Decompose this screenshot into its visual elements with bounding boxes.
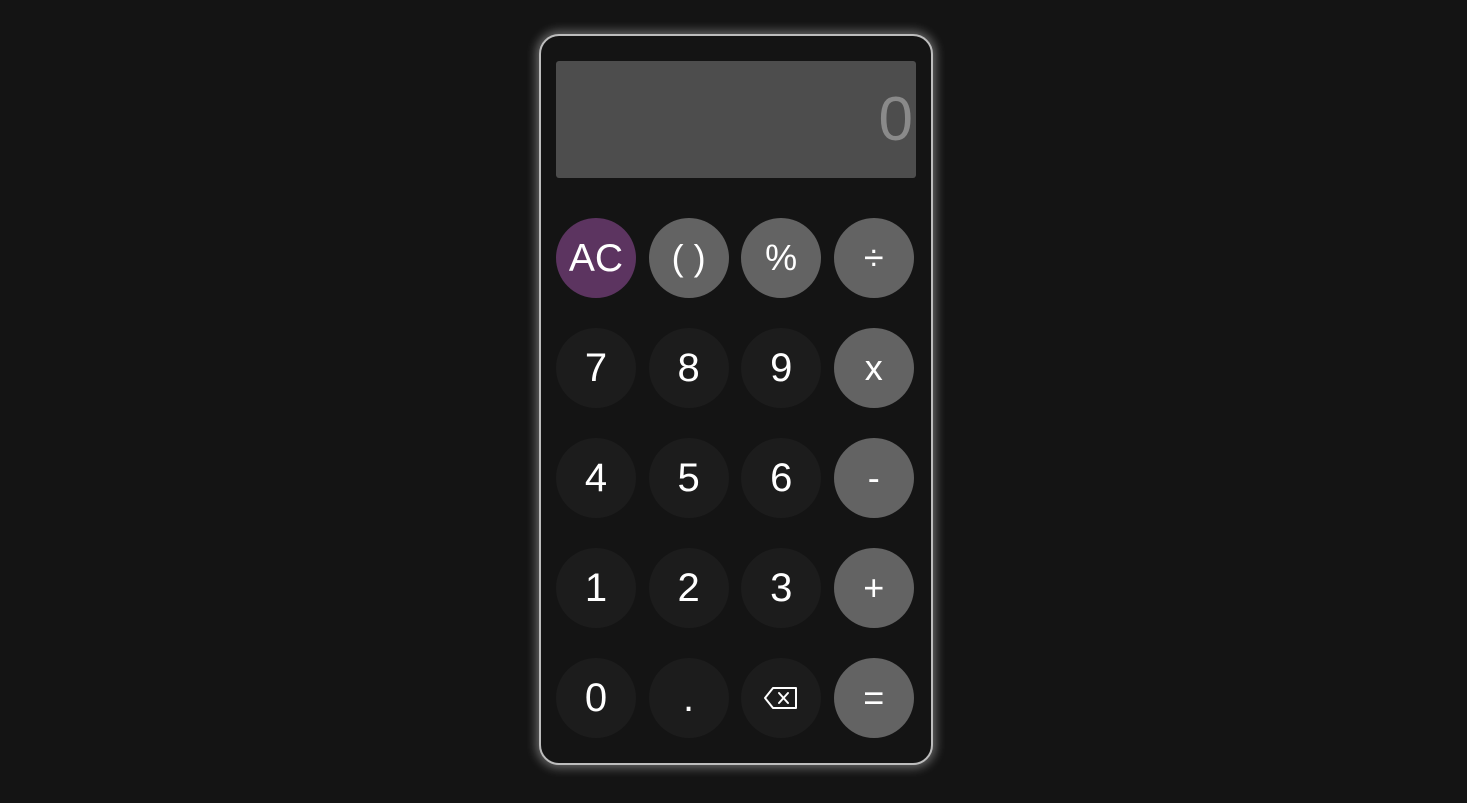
percent-button[interactable]: % — [741, 218, 822, 298]
digit-0-button[interactable]: 0 — [556, 658, 636, 738]
digit-8-button[interactable]: 8 — [648, 328, 729, 408]
digit-9-button[interactable]: 9 — [741, 328, 822, 408]
digit-7-button[interactable]: 7 — [556, 328, 636, 408]
multiply-button[interactable]: x — [833, 328, 914, 408]
digit-2-button[interactable]: 2 — [648, 548, 729, 628]
add-button[interactable]: + — [833, 548, 914, 628]
digit-6-button[interactable]: 6 — [741, 438, 822, 518]
digit-5-button[interactable]: 5 — [648, 438, 729, 518]
backspace-icon — [763, 685, 799, 711]
clear-button[interactable]: AC — [556, 218, 636, 298]
decimal-button[interactable]: . — [648, 658, 729, 738]
equals-button[interactable]: = — [833, 658, 914, 738]
divide-button[interactable]: ÷ — [833, 218, 914, 298]
backspace-button[interactable] — [741, 658, 822, 738]
keypad: AC ( ) % ÷ 7 8 9 x 4 5 6 - 1 2 3 + 0 . = — [556, 218, 918, 738]
calculator-display: 0 — [556, 61, 916, 178]
digit-1-button[interactable]: 1 — [556, 548, 636, 628]
subtract-button[interactable]: - — [833, 438, 914, 518]
calculator: 0 AC ( ) % ÷ 7 8 9 x 4 5 6 - 1 2 3 + 0 .… — [539, 34, 933, 765]
parentheses-button[interactable]: ( ) — [648, 218, 729, 298]
digit-4-button[interactable]: 4 — [556, 438, 636, 518]
digit-3-button[interactable]: 3 — [741, 548, 822, 628]
